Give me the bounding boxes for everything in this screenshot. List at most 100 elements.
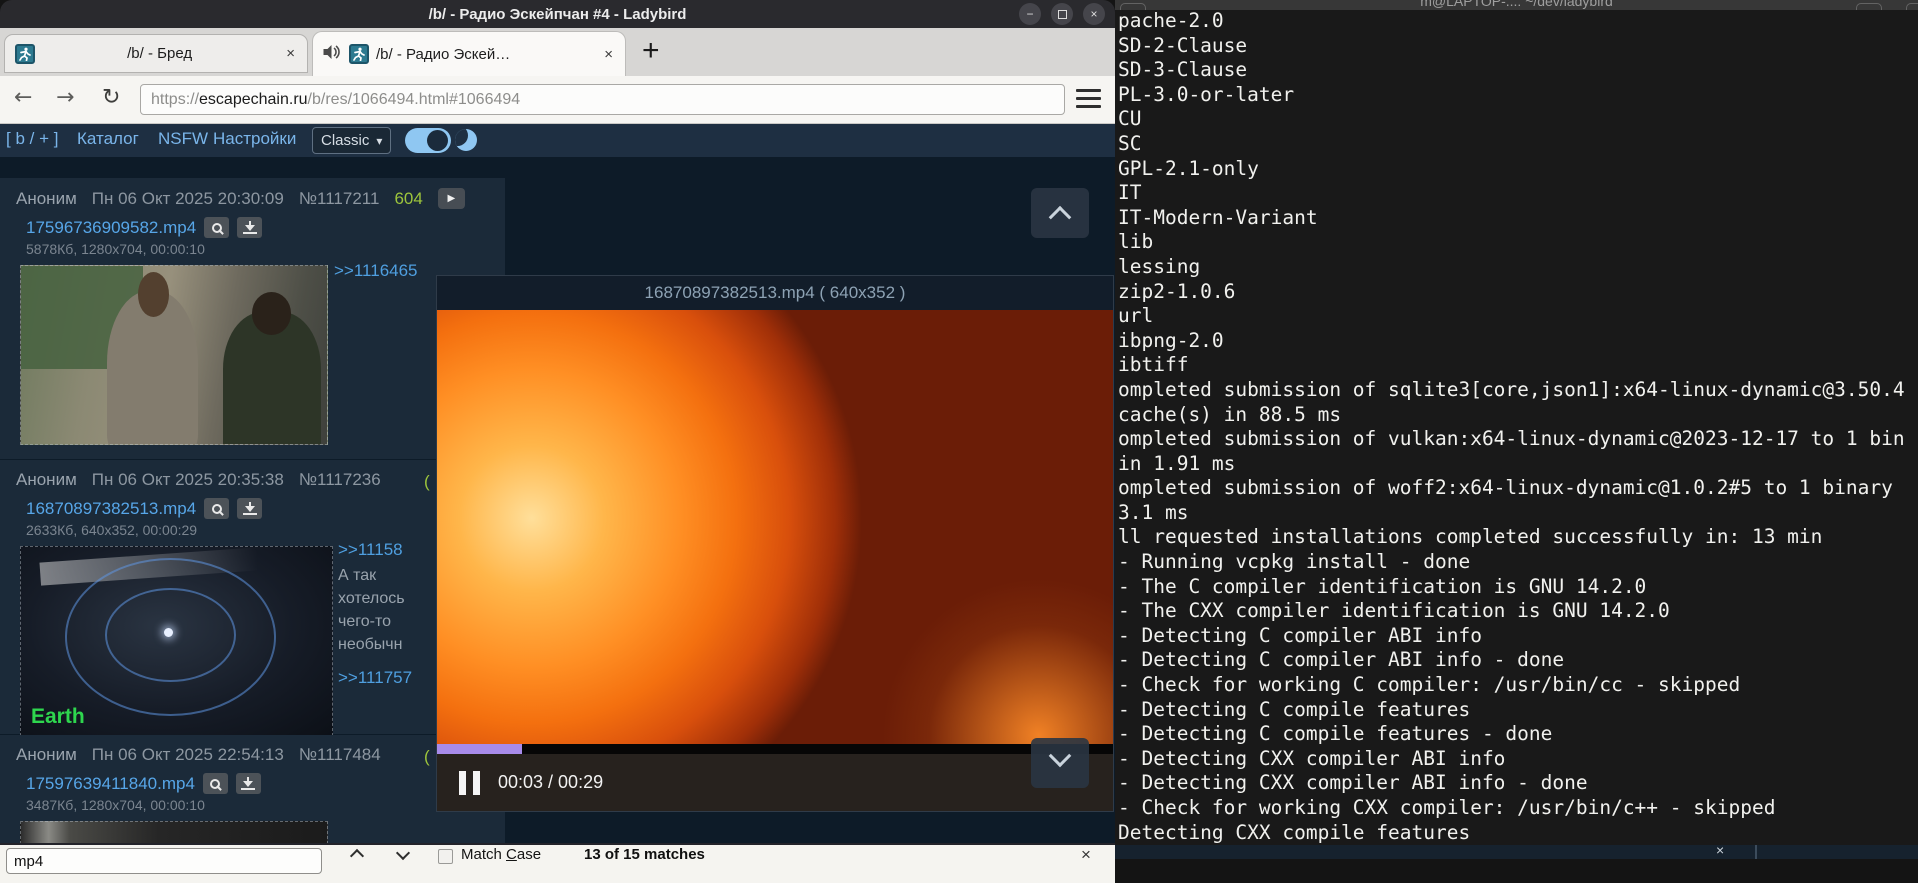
video-time: 00:03 / 00:29 bbox=[498, 772, 603, 793]
terminal-line: - Check for working CXX compiler: /usr/b… bbox=[1118, 796, 1918, 821]
nav-link-nsfw[interactable]: NSFW bbox=[158, 129, 208, 149]
reply-count-paren: ( bbox=[424, 747, 430, 767]
video-frame[interactable] bbox=[437, 310, 1113, 744]
file-meta: 2633Кб, 640x352, 00:00:29 bbox=[26, 522, 505, 538]
post-thumbnail[interactable]: Earth bbox=[20, 546, 333, 736]
chevron-down-icon bbox=[1049, 745, 1072, 768]
terminal-line: cache(s) in 88.5 ms bbox=[1118, 403, 1918, 428]
tab-radio-active[interactable]: /b/ - Радио Эскей… × bbox=[312, 31, 626, 76]
tab-close-icon[interactable]: × bbox=[602, 46, 615, 63]
find-previous-icon[interactable] bbox=[350, 849, 364, 863]
post-author: Аноним bbox=[16, 470, 77, 490]
thumbnail-detail bbox=[65, 558, 276, 716]
tab-bar: /b/ - Бред × /b/ - Радио Эскей… × + bbox=[0, 28, 1115, 76]
divider bbox=[1755, 845, 1757, 859]
file-link[interactable]: 16870897382513.mp4 bbox=[26, 499, 196, 519]
file-row: 16870897382513.mp4 bbox=[26, 498, 505, 519]
post-author: Аноним bbox=[16, 189, 77, 209]
file-link[interactable]: 17596736909582.mp4 bbox=[26, 218, 196, 238]
style-select[interactable]: Classic ▾ bbox=[312, 127, 391, 154]
terminal-title: m@LAPTOP-...: ~/dev/ladybird bbox=[1115, 0, 1918, 9]
tab-close-icon[interactable]: × bbox=[284, 45, 297, 62]
download-file-button[interactable] bbox=[237, 498, 262, 519]
terminal-line: - Detecting CXX compiler ABI info bbox=[1118, 747, 1918, 772]
minimize-button[interactable]: − bbox=[1019, 3, 1041, 25]
url-input[interactable]: https://escapechain.ru/b/res/1066494.htm… bbox=[140, 84, 1065, 115]
maximize-icon bbox=[1058, 10, 1067, 19]
file-meta: 5878Кб, 1280x704, 00:00:10 bbox=[26, 241, 505, 257]
terminal-close-icon[interactable]: × bbox=[1716, 842, 1724, 858]
terminal-line: lib bbox=[1118, 230, 1918, 255]
post-header: Аноним Пн 06 Окт 2025 22:54:13 №1117484 … bbox=[0, 735, 505, 765]
menu-icon[interactable] bbox=[1076, 89, 1101, 108]
chevron-up-icon bbox=[1049, 206, 1072, 229]
search-icon bbox=[212, 504, 222, 514]
terminal-line: SD-2-Clause bbox=[1118, 34, 1918, 59]
terminal-line: - Detecting C compile features - done bbox=[1118, 722, 1918, 747]
terminal-line: IT bbox=[1118, 181, 1918, 206]
url-path: /b/res/1066494.html#1066494 bbox=[308, 91, 521, 108]
quote-link[interactable]: >>11158 bbox=[338, 540, 403, 559]
file-link[interactable]: 17597639411840.mp4 bbox=[26, 774, 195, 794]
escapechain-favicon bbox=[349, 44, 369, 64]
nav-link-settings[interactable]: Настройки bbox=[213, 129, 296, 149]
file-meta: 3487Кб, 1280x704, 00:00:10 bbox=[26, 797, 505, 813]
reply-count[interactable]: 604 bbox=[394, 189, 422, 209]
back-icon[interactable]: ← bbox=[14, 85, 32, 110]
board-breadcrumb[interactable]: [ b / + ] bbox=[6, 129, 58, 149]
search-file-button[interactable] bbox=[204, 498, 229, 519]
find-next-icon[interactable] bbox=[396, 846, 410, 860]
search-file-button[interactable] bbox=[203, 773, 228, 794]
escapechain-favicon bbox=[15, 44, 35, 64]
theme-toggle[interactable] bbox=[405, 128, 451, 153]
post-date: Пн 06 Окт 2025 20:30:09 bbox=[92, 189, 284, 209]
terminal-line: SD-3-Clause bbox=[1118, 58, 1918, 83]
post-thumbnail[interactable] bbox=[20, 821, 328, 843]
video-player-title[interactable]: 16870897382513.mp4 ( 640x352 ) bbox=[437, 276, 1113, 310]
play-thread-button[interactable]: ▶ bbox=[438, 188, 465, 209]
terminal-line: url bbox=[1118, 304, 1918, 329]
video-progress-track[interactable] bbox=[437, 744, 1113, 754]
download-file-button[interactable] bbox=[237, 217, 262, 238]
terminal-line: - Detecting C compile features bbox=[1118, 698, 1918, 723]
window-controls: − × bbox=[1019, 3, 1105, 25]
video-controls: 00:03 / 00:29 bbox=[437, 754, 1113, 811]
maximize-button[interactable] bbox=[1051, 3, 1073, 25]
post-date: Пн 06 Окт 2025 22:54:13 bbox=[92, 745, 284, 765]
terminal-line: - Detecting C compiler ABI info bbox=[1118, 624, 1918, 649]
moon-icon[interactable] bbox=[455, 129, 477, 151]
post-number[interactable]: №1117211 bbox=[299, 189, 380, 209]
scroll-up-button[interactable] bbox=[1031, 188, 1089, 238]
terminal-output[interactable]: pache-2.0SD-2-ClauseSD-3-ClausePL-3.0-or… bbox=[1118, 9, 1918, 846]
player-progress-fill bbox=[437, 744, 522, 754]
new-tab-button[interactable]: + bbox=[642, 34, 660, 68]
window-titlebar: /b/ - Радио Эскейпчан #4 - Ladybird − × bbox=[0, 0, 1115, 28]
reply-backlink[interactable]: >>1116465 bbox=[334, 261, 418, 281]
forward-icon[interactable]: → bbox=[56, 85, 74, 110]
match-case-label[interactable]: Match Case bbox=[461, 846, 541, 863]
post-number[interactable]: №1117484 bbox=[299, 745, 381, 765]
quote-link[interactable]: >>111757 bbox=[338, 668, 412, 688]
scroll-down-button[interactable] bbox=[1031, 738, 1089, 788]
thumbnail-earth-label: Earth bbox=[31, 705, 85, 729]
download-file-button[interactable] bbox=[236, 773, 261, 794]
post-number[interactable]: №1117236 bbox=[299, 470, 381, 490]
tab-bred[interactable]: /b/ - Бред × bbox=[4, 34, 308, 73]
post-thumbnail[interactable] bbox=[20, 265, 328, 445]
search-file-button[interactable] bbox=[204, 217, 229, 238]
terminal-line: - Detecting C compiler ABI info - done bbox=[1118, 648, 1918, 673]
terminal-window: m@LAPTOP-...: ~/dev/ladybird pache-2.0SD… bbox=[1115, 0, 1918, 859]
terminal-line: pache-2.0 bbox=[1118, 9, 1918, 34]
find-close-icon[interactable]: × bbox=[1081, 845, 1091, 865]
post-text: >>11158 А так хотелось чего-то необычн >… bbox=[338, 540, 437, 688]
minimize-icon: − bbox=[1026, 7, 1033, 21]
thumbnail-detail bbox=[107, 291, 199, 445]
post-1117211: Аноним Пн 06 Окт 2025 20:30:09 №1117211 … bbox=[0, 178, 505, 459]
terminal-line: ompleted submission of woff2:x64-linux-d… bbox=[1118, 476, 1918, 501]
close-button[interactable]: × bbox=[1083, 3, 1105, 25]
reload-icon[interactable]: ↻ bbox=[102, 85, 120, 110]
nav-link-catalog[interactable]: Каталог bbox=[77, 129, 139, 149]
pause-icon[interactable] bbox=[459, 771, 480, 795]
find-input[interactable] bbox=[6, 848, 322, 874]
match-case-checkbox[interactable] bbox=[438, 849, 453, 864]
